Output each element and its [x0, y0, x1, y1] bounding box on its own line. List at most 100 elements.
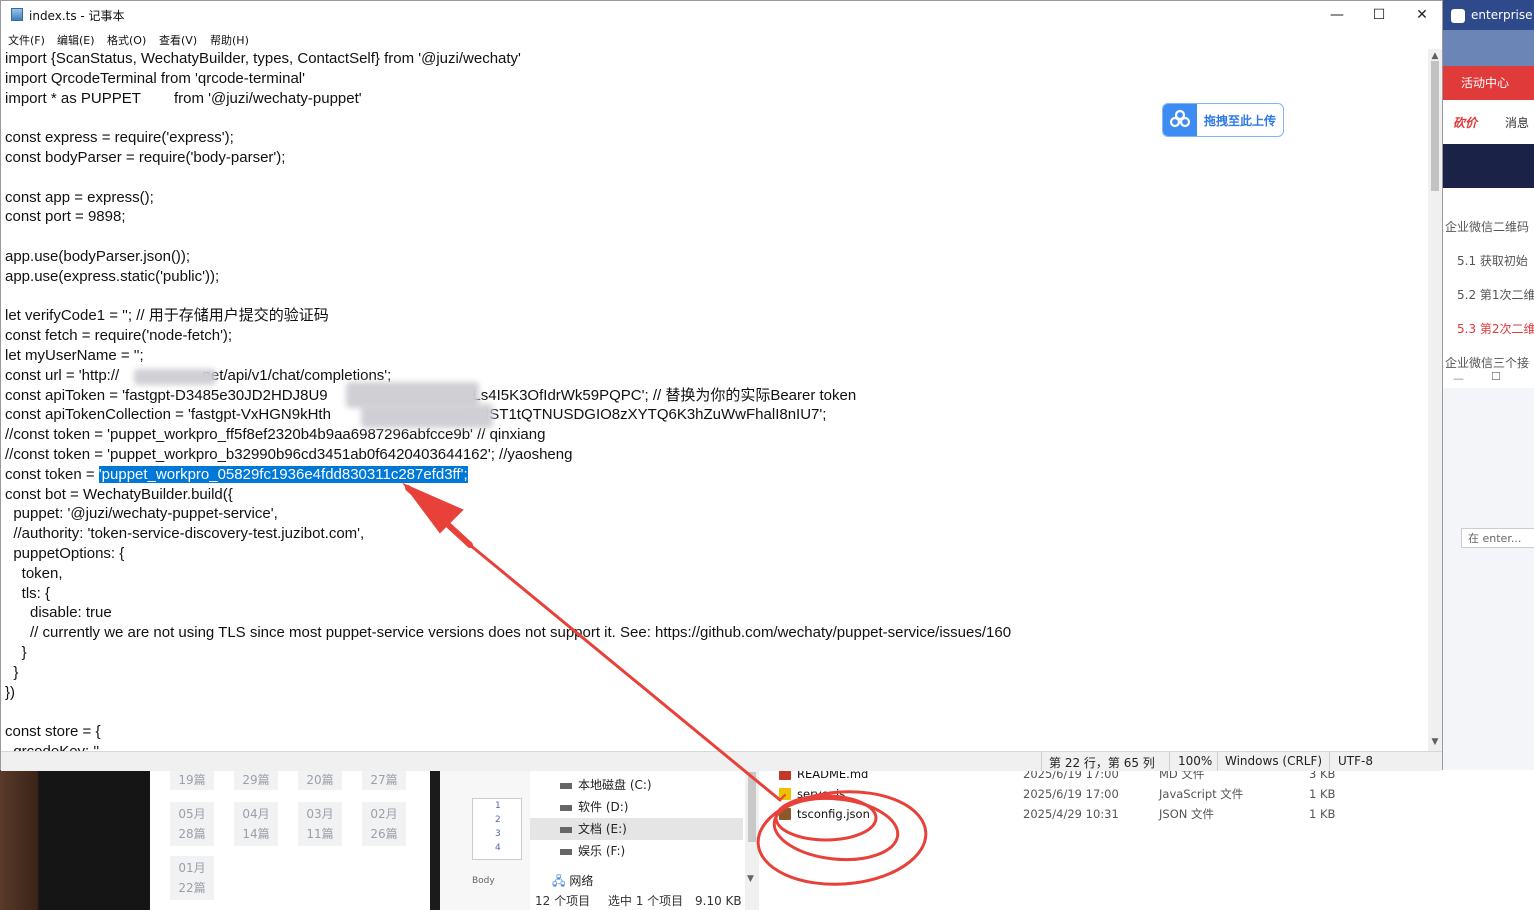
menu-file[interactable]: 文件(F): [8, 32, 45, 48]
browser-window: enterprise 活动中心 砍价 消息 企业微信二维码 5.1 获取初始 5…: [1443, 0, 1534, 770]
file-name: tsconfig.json: [797, 807, 870, 821]
maximize-icon[interactable]: ☐: [1491, 370, 1501, 383]
file-row[interactable]: server.js 2025/6/19 17:00 JavaScript 文件 …: [775, 784, 1534, 804]
line-number: 1: [495, 801, 501, 811]
nav-bargain[interactable]: 砍价: [1453, 114, 1477, 131]
close-icon[interactable]: ✕: [1400, 1, 1444, 29]
banner: [1443, 144, 1534, 188]
code-line: }: [5, 644, 27, 661]
code-line: const fetch = require('node-fetch');: [5, 327, 233, 345]
scroll-down-icon[interactable]: ▼: [747, 874, 754, 884]
explorer-status-bar: 12 个项目 选中 1 个项目 9.10 KB: [535, 892, 742, 909]
toc-item[interactable]: 5.1 获取初始: [1457, 252, 1528, 269]
code-line: const port = 9898;: [5, 208, 126, 226]
code-line: import QrcodeTerminal from 'qrcode-termi…: [5, 69, 305, 87]
tile-count: 26篇: [370, 827, 398, 841]
code-line: app.use(bodyParser.json());: [5, 248, 191, 265]
nav-item-drive-f[interactable]: 娱乐 (F:): [560, 840, 625, 862]
activity-center-link[interactable]: 活动中心: [1443, 66, 1534, 100]
code-line: // currently we are not using TLS since …: [5, 624, 1012, 642]
toc-item[interactable]: 企业微信三个接: [1445, 354, 1529, 371]
toc-item[interactable]: 5.2 第1次二维: [1457, 286, 1534, 303]
preview-thumbnail: 1 2 3 4: [472, 798, 522, 860]
activity-label: 活动中心: [1461, 76, 1510, 90]
calendar-tile[interactable]: 05月 28篇: [170, 802, 214, 846]
code-line: puppetOptions: {: [5, 545, 125, 562]
calendar-tile[interactable]: 01月 22篇: [170, 856, 214, 900]
code-line: let verifyCode1 = ''; // 用于存储用户提交的验证码: [5, 307, 329, 325]
code-line: const store = {: [5, 723, 101, 741]
minimize-icon[interactable]: —: [1315, 1, 1359, 29]
calendar-tile[interactable]: 19篇: [170, 770, 214, 790]
window-title: index.ts - 记事本: [29, 9, 125, 23]
scrollbar-thumb[interactable]: [1431, 61, 1439, 191]
tile-count: 20篇: [306, 773, 334, 787]
file-date: 2025/4/29 10:31: [1023, 807, 1119, 821]
menu-format[interactable]: 格式(O): [107, 32, 146, 48]
nav-messages[interactable]: 消息: [1505, 114, 1529, 131]
calendar-tile[interactable]: 04月 14篇: [234, 802, 278, 846]
tab-title: enterprise: [1471, 8, 1533, 22]
calendar-tile[interactable]: 03月 11篇: [298, 802, 342, 846]
nav-item-drive-e[interactable]: 文档 (E:): [530, 818, 743, 840]
tile-count: 14篇: [242, 827, 270, 841]
title-bar[interactable]: index.ts - 记事本 — ☐ ✕: [1, 1, 1442, 29]
file-explorer-window: 1 2 3 4 Body 本地磁盘 (C:) 软件 (D:) 文档 (E:) 娱…: [440, 767, 1534, 910]
site-nav: 砍价 消息: [1443, 100, 1534, 144]
nav-item-network[interactable]: 🖧 网络: [552, 870, 593, 892]
json-file-icon: [779, 808, 791, 820]
toc-item-active[interactable]: 5.3 第2次二维: [1457, 320, 1534, 337]
file-name: server.js: [797, 787, 846, 801]
js-file-icon: [779, 788, 791, 800]
nav-item-drive-c[interactable]: 本地磁盘 (C:): [560, 774, 652, 796]
menu-help[interactable]: 帮助(H): [210, 32, 249, 48]
drive-icon: [560, 804, 572, 811]
nav-label: 网络: [569, 874, 594, 888]
article-calendar: 19篇 29篇 20篇 27篇 05月 28篇 04月 14篇 03月 11篇 02月…: [150, 770, 430, 910]
menu-bar: 文件(F) 编辑(E) 格式(O) 查看(V) 帮助(H): [1, 29, 1442, 49]
calendar-tile[interactable]: 20篇: [298, 770, 342, 790]
calendar-tile[interactable]: 27篇: [362, 770, 406, 790]
tile-count: 22篇: [178, 881, 206, 895]
notepad-icon: [11, 8, 23, 21]
browser-tab[interactable]: enterprise: [1443, 0, 1534, 30]
nav-label: 娱乐 (F:): [578, 844, 626, 858]
code-line: //authority: 'token-service-discovery-te…: [5, 525, 365, 543]
scrollbar-thumb[interactable]: [748, 772, 756, 842]
tile-month: 01月: [178, 861, 206, 875]
code-line: app.use(express.static('public'));: [5, 267, 220, 285]
code-line: import {ScanStatus, WechatyBuilder, type…: [5, 50, 521, 67]
scroll-up-icon[interactable]: ▲: [1428, 51, 1442, 61]
drive-icon: [560, 826, 572, 833]
maximize-icon[interactable]: ☐: [1357, 1, 1401, 29]
nav-scrollbar[interactable]: ▼: [745, 770, 759, 910]
menu-edit[interactable]: 编辑(E): [57, 32, 95, 48]
preview-label: Body: [472, 876, 495, 886]
scroll-down-icon[interactable]: ▼: [1428, 737, 1442, 747]
drag-upload-button[interactable]: 拖拽至此上传: [1162, 103, 1284, 137]
code-line: const bot = WechatyBuilder.build({: [5, 485, 233, 503]
minimize-icon[interactable]: —: [1453, 372, 1464, 385]
code-line: }): [5, 683, 16, 701]
file-type: JavaScript 文件: [1159, 787, 1244, 801]
nav-label: 本地磁盘 (C:): [578, 778, 652, 792]
status-divider: [1217, 752, 1218, 771]
search-in-page[interactable]: 在 enter...: [1461, 528, 1534, 548]
redacted-text: [361, 404, 493, 428]
cloud-upload-icon: [1163, 104, 1197, 136]
file-type: JSON 文件: [1159, 807, 1215, 821]
tile-count: 28篇: [178, 827, 206, 841]
status-divider: [1169, 752, 1170, 771]
nav-item-drive-d[interactable]: 软件 (D:): [560, 796, 628, 818]
text-editor[interactable]: import {ScanStatus, WechatyBuilder, type…: [4, 49, 1426, 751]
calendar-tile[interactable]: 02月 26篇: [362, 802, 406, 846]
file-row[interactable]: tsconfig.json 2025/4/29 10:31 JSON 文件 1 …: [775, 804, 1534, 824]
toc-item[interactable]: 企业微信二维码: [1445, 218, 1529, 235]
code-line: qrcodeKey: '': [5, 742, 99, 751]
calendar-tile[interactable]: 29篇: [234, 770, 278, 790]
vertical-scrollbar[interactable]: ▲ ▼: [1428, 49, 1442, 751]
code-line: disable: true: [5, 604, 112, 622]
menu-view[interactable]: 查看(V): [159, 32, 197, 48]
code-line: //const token = 'puppet_workpro_b32990b9…: [5, 446, 573, 463]
tile-count: 19篇: [178, 773, 206, 787]
